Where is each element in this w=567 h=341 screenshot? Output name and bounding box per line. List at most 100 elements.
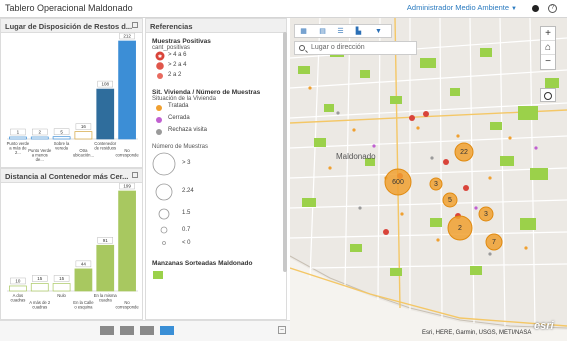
legend-item: Rechaza visita (152, 126, 280, 138)
category-label: No corresponde (115, 300, 139, 310)
bar[interactable] (30, 283, 49, 292)
dot-purple-icon (156, 117, 162, 123)
category-label: A más de 2 cuadras (29, 300, 51, 310)
bar[interactable] (52, 283, 71, 292)
bar[interactable] (74, 131, 93, 140)
size-label: < 0 (182, 240, 191, 246)
legend-item: Tratada (152, 102, 280, 114)
data-label: 15 (59, 276, 65, 281)
chevron-down-icon: ▼ (511, 6, 517, 12)
panel-header: Distancia al Contenedor más Cer... (1, 169, 142, 183)
panel-lugar-disposicion: Lugar de Disposición de Restos d... 1 Pun… (0, 18, 143, 168)
page-dot[interactable] (140, 326, 154, 335)
size-label: > 3 (182, 160, 191, 166)
legend-item-label: > 2 a 4 (168, 62, 187, 68)
legend-item-label: 2 a 2 (168, 72, 182, 78)
legend-item: ✱ > 4 a 6 (152, 51, 280, 61)
cluster-label: 600 (392, 179, 404, 186)
panel-pager: – (0, 320, 290, 341)
basemap-icon[interactable]: ▤ (317, 27, 328, 36)
cluster-label: 3 (484, 211, 488, 218)
category-label: Otra ubicación... (73, 148, 94, 158)
data-label: 44 (81, 261, 87, 266)
category-label: Nulo (57, 293, 66, 298)
panel-menu-icon[interactable] (132, 22, 138, 28)
map-view[interactable]: 600 22 5 2 3 7 3 Maldonado ▦ ▤ ☰ ▙ ▼ Lug… (290, 18, 567, 341)
search-placeholder: Lugar o dirección (311, 44, 365, 51)
bar[interactable] (9, 285, 27, 292)
user-menu[interactable]: Administrador Medio Ambiente ▼ (407, 3, 517, 12)
bar[interactable] (30, 136, 49, 140)
status-dot-icon[interactable] (532, 5, 539, 12)
bar[interactable] (96, 244, 115, 292)
legend-scrollbar[interactable] (283, 32, 287, 272)
category-label: Sobre la vereda (54, 141, 70, 151)
home-button[interactable]: ⌂ (541, 41, 555, 55)
cluster-label: 3 (434, 181, 438, 188)
cluster-label: 5 (448, 197, 452, 204)
category-label: Contenedor de residuos (94, 141, 116, 151)
data-label: 199 (123, 184, 131, 189)
panel-distancia-contenedor: Distancia al Contenedor más Cer... 10 A d… (0, 168, 143, 320)
category-label: A dos cuadras (10, 293, 25, 303)
bar[interactable] (74, 268, 93, 292)
map-attribution: Esri, HERE, Garmin, USGS, METI/NASA (422, 330, 532, 336)
category-label: Punto Verde a menos de... (28, 148, 52, 162)
data-label: 16 (81, 124, 87, 129)
locate-icon (544, 92, 552, 100)
legend-item-label: > 4 a 6 (168, 52, 187, 58)
category-label: En la Calle o esquina (73, 300, 94, 310)
chart-distancia-contenedor: 10 A dos cuadras 15 A más de 2 cuadras 15 Nulo 4… (7, 182, 139, 310)
bar[interactable] (118, 40, 136, 140)
data-label: 91 (103, 238, 109, 243)
page-dot[interactable] (100, 326, 114, 335)
bar[interactable] (52, 136, 71, 140)
legend-item: Cerrada (152, 114, 280, 126)
panel-title: Distancia al Contenedor más Cer... (5, 172, 129, 181)
map-toolbar: ▦ ▤ ☰ ▙ ▼ (294, 24, 392, 38)
cluster-label: 22 (460, 149, 468, 156)
panel-menu-icon[interactable] (132, 172, 138, 178)
zoom-control: + ⌂ − (540, 26, 556, 70)
page-dot[interactable] (120, 326, 134, 335)
chart-lugar-disposicion: 1Punto verde a más de 2...2Punto Verde a me… (7, 32, 139, 162)
bar[interactable] (96, 88, 115, 140)
legend-muestras-title: Muestras Positivas (152, 38, 211, 45)
zoom-in-button[interactable]: + (541, 27, 555, 41)
dot-gray-icon (156, 129, 162, 135)
pin-red-icon (156, 62, 164, 70)
collapse-icon[interactable]: – (278, 326, 286, 334)
filter-icon[interactable]: ▼ (373, 27, 384, 36)
size-label: 1.5 (182, 210, 191, 216)
data-label: 15 (37, 276, 43, 281)
map-city-label: Maldonado (336, 152, 376, 161)
zoom-out-button[interactable]: − (541, 55, 555, 69)
bar[interactable] (9, 136, 27, 140)
green-area-swatch-icon (153, 271, 163, 279)
app-title: Tablero Operacional Maldonado (5, 3, 133, 13)
legend-item: 2 a 2 (152, 71, 280, 81)
panel-header: Lugar de Disposición de Restos d... (1, 19, 142, 33)
page-dot-active[interactable] (160, 326, 174, 335)
legend-vivienda-title: Sit. Vivienda / Número de Muestras (152, 89, 261, 96)
legend-item-label: Tratada (168, 103, 189, 109)
esri-logo: esri (534, 320, 554, 332)
bar[interactable] (118, 190, 136, 292)
dot-orange-icon (156, 105, 162, 111)
help-icon[interactable]: ? (548, 4, 557, 13)
panel-title: Referencias (150, 22, 193, 31)
legend-icon[interactable]: ☰ (335, 27, 346, 36)
layers-icon[interactable]: ▦ (298, 27, 309, 36)
map-search-input[interactable]: Lugar o dirección (294, 41, 417, 55)
locate-button[interactable] (540, 88, 556, 102)
legend-item: > 2 a 4 (152, 61, 280, 71)
size-label: 0.7 (182, 227, 191, 233)
data-label: 212 (123, 34, 131, 39)
search-icon (299, 45, 305, 51)
pin-red-icon (157, 73, 163, 79)
panel-header: Referencias (146, 19, 286, 33)
chart-icon[interactable]: ▙ (353, 27, 364, 36)
panel-referencias: Referencias Muestras Positivas cant_posi… (145, 18, 287, 320)
top-bar: Tablero Operacional Maldonado Administra… (0, 0, 567, 18)
legend-size-scale: > 3 2.24 1.5 0.7 < 0 (152, 150, 280, 250)
